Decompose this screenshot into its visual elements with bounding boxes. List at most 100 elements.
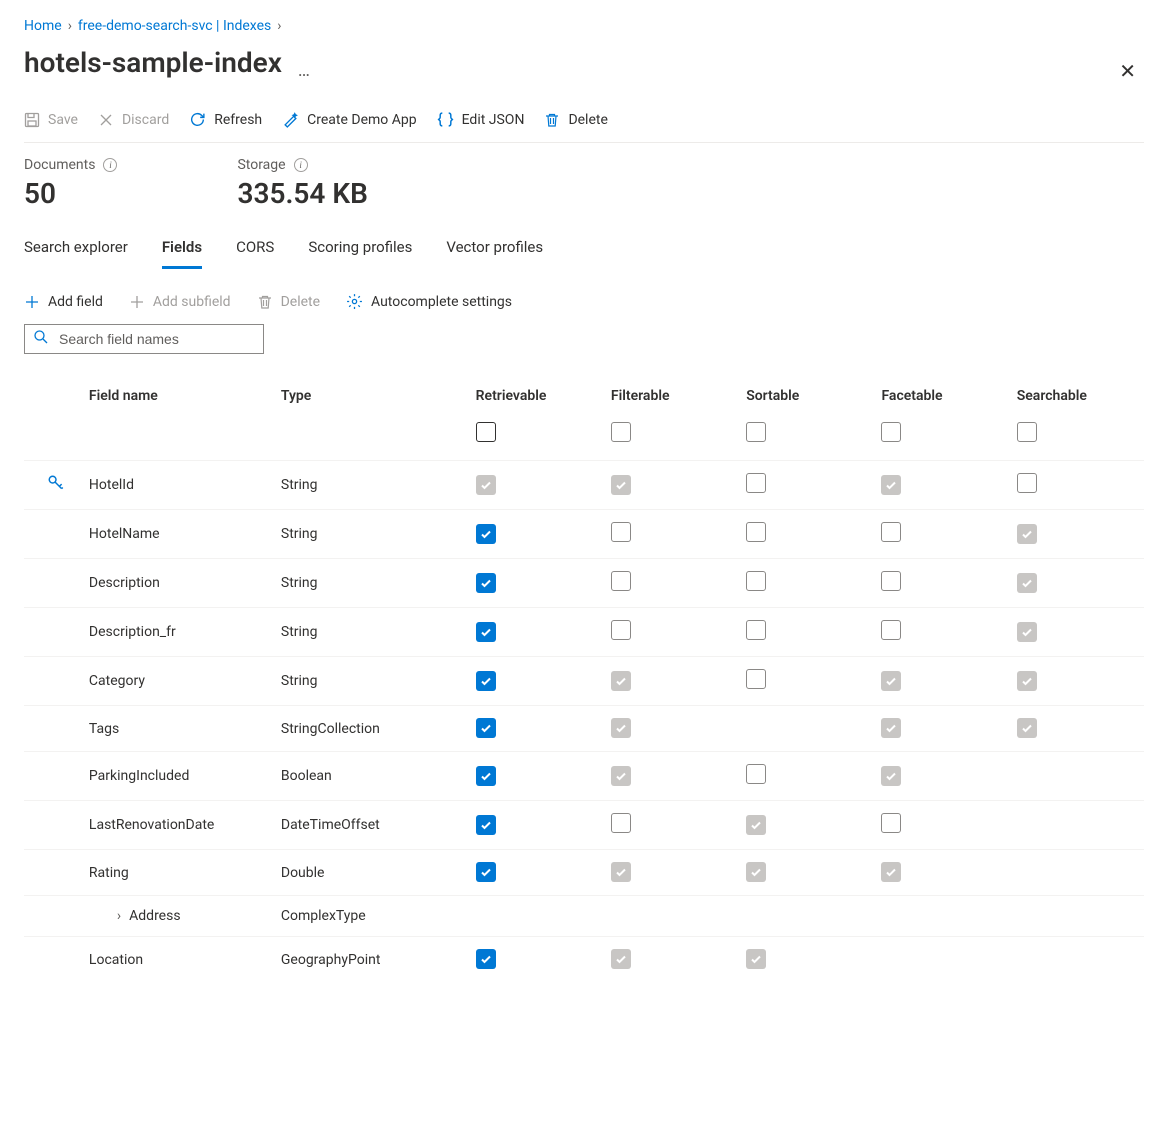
documents-stat: Documents i 50 (24, 157, 117, 210)
refresh-button[interactable]: Refresh (189, 111, 262, 128)
checkbox-disabled (611, 766, 631, 786)
checkbox-disabled (1017, 671, 1037, 691)
key-icon (47, 480, 65, 496)
fields-toolbar: Add field Add subfield Delete Autocomple… (24, 293, 1144, 310)
info-icon[interactable]: i (103, 158, 117, 172)
filterable-all-checkbox[interactable] (611, 422, 631, 442)
table-row[interactable]: Description_fr String (24, 608, 1144, 657)
storage-label: Storage (237, 157, 285, 173)
col-type: Type (273, 378, 468, 418)
field-type: StringCollection (281, 721, 380, 737)
checkbox-disabled (881, 718, 901, 738)
wand-icon (282, 111, 299, 128)
checkbox[interactable] (746, 571, 766, 591)
table-row[interactable]: HotelNameString (24, 510, 1144, 559)
checkbox[interactable] (881, 522, 901, 542)
col-field-name: Field name (89, 378, 273, 418)
search-field-names[interactable] (24, 324, 264, 354)
tab-bar: Search explorer Fields CORS Scoring prof… (24, 234, 1144, 269)
table-row[interactable]: DescriptionString (24, 559, 1144, 608)
checkbox-checked[interactable] (476, 718, 496, 738)
retrievable-all-checkbox[interactable] (476, 422, 496, 442)
checkbox[interactable] (746, 522, 766, 542)
tab-scoring-profiles[interactable]: Scoring profiles (308, 234, 412, 269)
checkbox[interactable] (746, 764, 766, 784)
col-retrievable: Retrievable (468, 378, 603, 418)
more-actions-button[interactable]: … (298, 60, 312, 81)
autocomplete-settings-button[interactable]: Autocomplete settings (346, 293, 512, 310)
checkbox-disabled (881, 766, 901, 786)
tab-cors[interactable]: CORS (236, 234, 274, 269)
storage-value: 335.54 KB (237, 177, 367, 210)
checkbox-checked[interactable] (476, 524, 496, 544)
tab-vector-profiles[interactable]: Vector profiles (446, 234, 543, 269)
searchable-all-checkbox[interactable] (1017, 422, 1037, 442)
checkbox-disabled (881, 475, 901, 495)
checkbox[interactable] (881, 571, 901, 591)
delete-button[interactable]: Delete (544, 112, 607, 128)
checkbox[interactable] (881, 813, 901, 833)
checkbox-checked[interactable] (476, 949, 496, 969)
table-row[interactable]: HotelIdString (24, 461, 1144, 510)
checkbox[interactable] (881, 620, 901, 640)
field-type: ComplexType (281, 908, 366, 924)
field-type: String (281, 624, 318, 640)
field-name: Location (89, 952, 143, 968)
close-icon (98, 112, 114, 128)
checkbox-checked[interactable] (476, 766, 496, 786)
breadcrumb-mid[interactable]: free-demo-search-svc | Indexes (78, 18, 271, 34)
checkbox-disabled (746, 815, 766, 835)
checkbox-disabled (611, 949, 631, 969)
table-row[interactable]: LocationGeographyPoint (24, 937, 1144, 983)
field-name: HotelId (89, 477, 134, 493)
field-type: String (281, 575, 318, 591)
col-searchable: Searchable (1009, 378, 1144, 418)
stats-row: Documents i 50 Storage i 335.54 KB (24, 157, 1144, 210)
field-name: Rating (89, 865, 129, 881)
checkbox[interactable] (746, 473, 766, 493)
checkbox[interactable] (611, 571, 631, 591)
col-filterable: Filterable (603, 378, 738, 418)
checkbox-disabled (881, 862, 901, 882)
tab-search-explorer[interactable]: Search explorer (24, 234, 128, 269)
edit-json-button[interactable]: Edit JSON (437, 111, 525, 128)
field-name: LastRenovationDate (89, 817, 214, 833)
search-icon (33, 329, 49, 349)
table-row[interactable]: ›AddressComplexType (24, 896, 1144, 937)
info-icon[interactable]: i (294, 158, 308, 172)
checkbox[interactable] (746, 669, 766, 689)
tab-fields[interactable]: Fields (162, 234, 202, 269)
create-demo-app-button[interactable]: Create Demo App (282, 111, 416, 128)
breadcrumb: Home › free-demo-search-svc | Indexes › (24, 18, 1144, 34)
table-row[interactable]: LastRenovationDateDateTimeOffset (24, 801, 1144, 850)
checkbox[interactable] (611, 620, 631, 640)
chevron-right-icon[interactable]: › (117, 908, 121, 924)
table-row[interactable]: TagsStringCollection (24, 706, 1144, 752)
checkbox[interactable] (1017, 473, 1037, 493)
checkbox[interactable] (746, 620, 766, 640)
close-button[interactable]: ✕ (1111, 51, 1144, 91)
checkbox[interactable] (611, 813, 631, 833)
facetable-all-checkbox[interactable] (881, 422, 901, 442)
checkbox-disabled (611, 718, 631, 738)
checkbox-checked[interactable] (476, 862, 496, 882)
checkbox-checked[interactable] (476, 573, 496, 593)
save-button: Save (24, 112, 78, 128)
checkbox-checked[interactable] (476, 815, 496, 835)
search-input[interactable] (57, 330, 255, 348)
table-row[interactable]: CategoryString (24, 657, 1144, 706)
checkbox-checked[interactable] (476, 671, 496, 691)
breadcrumb-home[interactable]: Home (24, 18, 62, 34)
add-field-button[interactable]: Add field (24, 294, 103, 310)
discard-button: Discard (98, 112, 169, 128)
checkbox-checked[interactable] (476, 622, 496, 642)
table-row[interactable]: RatingDouble (24, 850, 1144, 896)
plus-icon (129, 294, 145, 310)
sortable-all-checkbox[interactable] (746, 422, 766, 442)
table-row[interactable]: ParkingIncludedBoolean (24, 752, 1144, 801)
checkbox[interactable] (611, 522, 631, 542)
fields-table: Field name Type Retrievable Filterable S… (24, 378, 1144, 982)
field-name: Description_fr (89, 624, 176, 640)
col-facetable: Facetable (873, 378, 1008, 418)
storage-stat: Storage i 335.54 KB (237, 157, 367, 210)
